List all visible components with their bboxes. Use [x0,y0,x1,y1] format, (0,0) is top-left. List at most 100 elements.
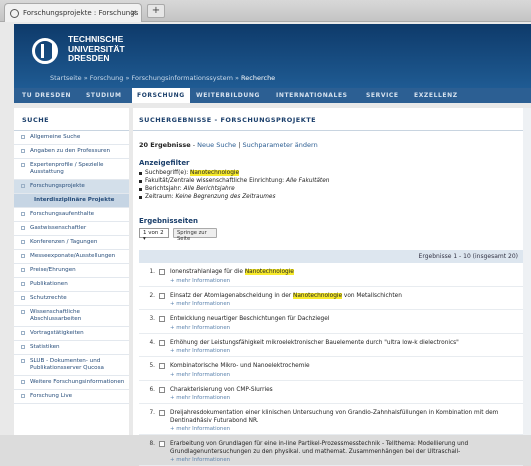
site-header: TECHNISCHE UNIVERSITÄT DRESDEN Startseit… [14,24,531,88]
sidebar-item-label: Angaben zu den Professuren [30,148,111,154]
more-info-link[interactable]: + mehr Informationen [161,456,523,463]
bullet-icon [21,331,25,335]
sidebar-item-label: Weitere Forschungsinformationen [30,379,125,385]
university-logo-text[interactable]: TECHNISCHE UNIVERSITÄT DRESDEN [68,34,125,64]
result-number: 8. [149,441,155,447]
nav-item-tu-dresden[interactable]: TU DRESDEN [22,88,71,103]
sidebar-item[interactable]: Publikationen [14,278,129,292]
sidebar-item[interactable]: Konferenzen / Tagungen [14,236,129,250]
breadcrumb-item[interactable]: Forschungsinformationssystem [132,74,233,82]
sidebar-item[interactable]: Allgemeine Suche [14,131,129,145]
result-checkbox[interactable] [159,269,165,275]
logo-line: DRESDEN [68,53,110,63]
result-row: 7. Dreijahresdokumentation einer klinisch… [139,404,523,435]
sidebar-item-label: SLUB - Dokumenten- und Publikationsserve… [30,358,104,371]
result-number: 3. [149,316,155,322]
sidebar-item-label: Forschungsaufenthalte [30,211,95,217]
sidebar-item[interactable]: Forschungsprojekte [14,180,129,194]
result-title-text: Dreijahresdokumentation einer klinischen… [170,410,499,424]
result-title[interactable]: Einsatz der Atomlagenabscheidung in der … [161,292,523,301]
jump-to-page-button[interactable]: Springe zur Seite [173,228,217,242]
more-info-link[interactable]: + mehr Informationen [161,347,523,354]
browser-tab-title: Forschungsprojekte : Forschungs [23,9,139,17]
bullet-icon [21,135,25,139]
university-logo-icon[interactable] [32,38,58,64]
more-info-link[interactable]: + mehr Informationen [161,300,523,307]
page-select[interactable]: 1 von 2 ▾ [139,228,169,242]
bullet-icon [21,184,25,188]
more-info-link[interactable]: + mehr Informationen [161,324,523,331]
result-checkbox[interactable] [159,316,165,322]
sidebar-item[interactable]: Forschung Live [14,390,129,404]
more-info-link[interactable]: + mehr Informationen [161,394,523,401]
sidebar-item[interactable]: Interdisziplinäre Projekte [14,194,129,208]
result-number: 2. [149,292,155,299]
result-title[interactable]: Ionenstrahlanlage für die Nanotechnologi… [161,269,523,277]
result-checkbox[interactable] [159,441,165,447]
sidebar-item-label: Gastwissenschaftler [30,225,87,231]
sidebar-item[interactable]: Preise/Ehrungen [14,264,129,278]
more-info-link[interactable]: + mehr Informationen [161,425,523,432]
sidebar-item[interactable]: Gastwissenschaftler [14,222,129,236]
sidebar-item[interactable]: Statistiken [14,341,129,355]
nav-item-forschung[interactable]: FORSCHUNG [132,88,190,103]
result-title[interactable]: Erhöhung der Leistungsfähigkeit mikroele… [161,340,523,348]
sidebar-item-label: Vortragstätigkeiten [30,330,84,336]
nav-item-service[interactable]: SERVICE [366,88,399,103]
sidebar-item-label: Publikationen [30,281,68,287]
more-info-link[interactable]: + mehr Informationen [161,277,523,284]
browser-tab-bar: Forschungsprojekte : Forschungs × + [0,0,531,22]
result-title-text: Ionenstrahlanlage für die [170,269,245,275]
filter-value: Keine Begrenzung des Zeitraumes [175,194,276,200]
close-tab-icon[interactable]: × [130,8,137,17]
result-title[interactable]: Dreijahresdokumentation einer klinischen… [161,410,523,425]
sidebar-item-label: Forschung Live [30,393,73,399]
search-term-highlight: Nanotechnologie [293,292,343,299]
results-range-bar: Ergebnisse 1 - 10 (insgesamt 20) [139,250,523,263]
filter-value: Nanotechnologie [190,170,240,176]
result-checkbox[interactable] [159,339,165,346]
nav-item-studium[interactable]: STUDIUM [86,88,122,103]
result-number: 4. [149,339,155,346]
result-title[interactable]: Erarbeitung von Grundlagen für eine in-l… [161,441,523,456]
sidebar-item[interactable]: Messeexponate/Ausstellungen [14,250,129,264]
result-title-text: von Metallschichten [342,292,402,299]
result-title[interactable]: Kombinatorische Mikro- und Nanoelektroch… [161,363,523,371]
main-navigation: TU DRESDEN STUDIUM FORSCHUNG WEITERBILDU… [14,88,531,103]
pages-title: Ergebnisseiten [139,217,198,225]
new-tab-button[interactable]: + [147,4,165,18]
result-checkbox[interactable] [159,410,165,416]
change-params-link[interactable]: Suchparameter ändern [242,141,317,149]
sidebar-item[interactable]: Vortragstätigkeiten [14,327,129,341]
page-scrollbar[interactable] [523,108,531,435]
sidebar-item[interactable]: Schutzrechte [14,292,129,306]
result-count-line: 20 Ergebnisse - Neue Suche | Suchparamet… [133,131,531,149]
sidebar-item[interactable]: SLUB - Dokumenten- und Publikationsserve… [14,355,129,376]
sidebar-item[interactable]: Wissenschaftliche Abschlussarbeiten [14,306,129,327]
nav-item-weiterbildung[interactable]: WEITERBILDUNG [196,88,260,103]
breadcrumb-current: Recherche [241,74,276,82]
sidebar-item[interactable]: Forschungsaufenthalte [14,208,129,222]
filter-row: Fakultät/Zentrale wissenschaftliche Einr… [133,177,531,185]
result-number: 1. [149,269,155,275]
breadcrumb-item[interactable]: Forschung [90,74,124,82]
result-checkbox[interactable] [159,292,165,299]
result-row: 8. Erarbeitung von Grundlagen für eine in… [139,435,523,466]
breadcrumb-separator: » [234,74,239,82]
browser-tab[interactable]: Forschungsprojekte : Forschungs × [4,3,142,22]
nav-item-internationales[interactable]: INTERNATIONALES [276,88,348,103]
result-title[interactable]: Charakterisierung von CMP-Slurries [161,387,523,395]
result-count: 20 Ergebnisse [139,141,191,149]
result-checkbox[interactable] [159,386,165,393]
more-info-link[interactable]: + mehr Informationen [161,371,523,378]
result-title[interactable]: Entwicklung neuartiger Beschichtungen fü… [161,316,523,324]
result-checkbox[interactable] [159,363,165,369]
breadcrumb-item[interactable]: Startseite [50,74,82,82]
sidebar-item-label: Schutzrechte [30,295,67,301]
sidebar-item[interactable]: Angaben zu den Professuren [14,145,129,159]
nav-item-exzellenz[interactable]: EXZELLENZ [414,88,458,103]
breadcrumb: Startseite » Forschung » Forschungsinfor… [50,74,275,82]
new-search-link[interactable]: Neue Suche [197,141,236,149]
sidebar-item[interactable]: Weitere Forschungsinformationen [14,376,129,390]
sidebar-item[interactable]: Expertenprofile / Spezielle Ausstattung [14,159,129,180]
